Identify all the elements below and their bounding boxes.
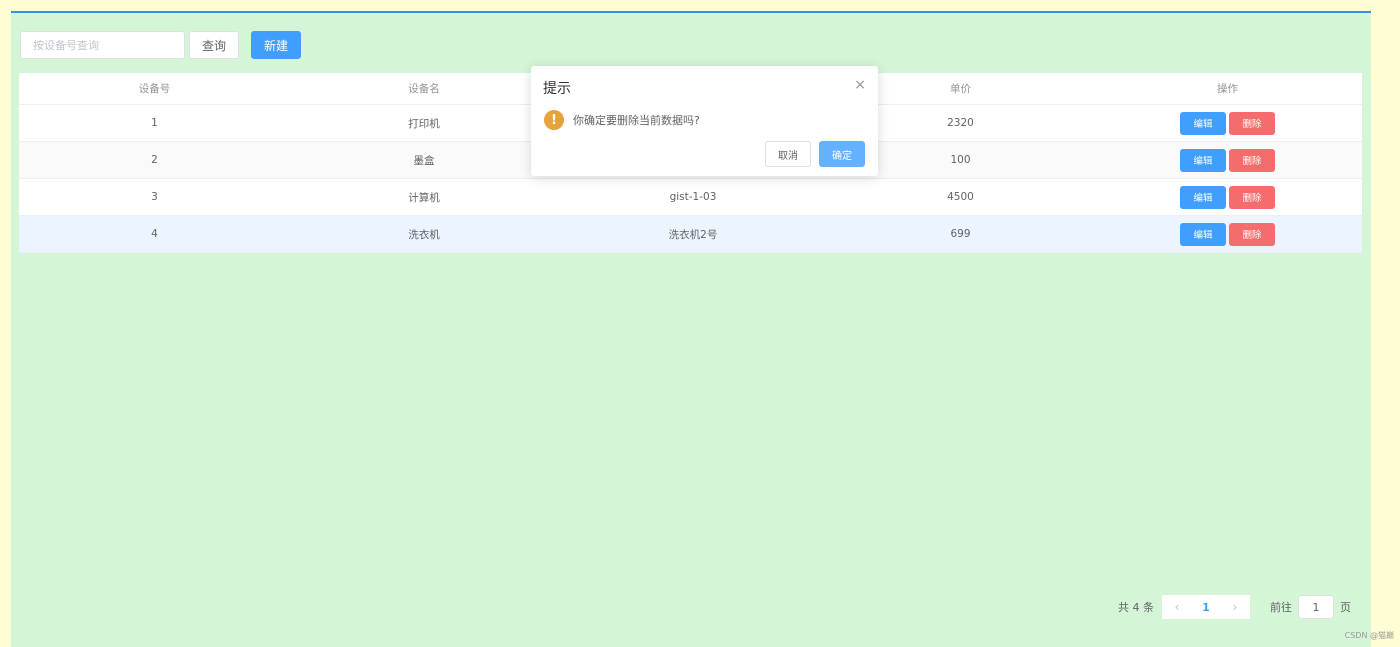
cancel-button[interactable]: 取消	[765, 141, 811, 167]
search-input[interactable]	[20, 31, 185, 59]
header-device-id: 设备号	[138, 83, 171, 95]
watermark: CSDN @猫巅	[1344, 631, 1394, 640]
cell-id: 2	[151, 154, 158, 166]
cell-price: 699	[950, 228, 971, 240]
cell-name: 计算机	[408, 191, 440, 204]
chevron-left-icon[interactable]: ‹	[1162, 595, 1192, 619]
warning-icon: !	[544, 110, 564, 130]
goto-label: 前往	[1270, 601, 1292, 614]
table-row: 4 洗衣机 洗衣机2号 699 编辑 删除	[19, 216, 1362, 253]
cell-actions: 编辑 删除	[1093, 222, 1362, 246]
dialog-message: 你确定要删除当前数据吗?	[573, 114, 700, 127]
delete-button[interactable]: 删除	[1229, 111, 1275, 135]
edit-button[interactable]: 编辑	[1180, 148, 1226, 172]
page-number[interactable]: 1	[1192, 595, 1220, 619]
chevron-right-icon[interactable]: ›	[1220, 595, 1250, 619]
cell-name: 墨盒	[413, 154, 435, 167]
pagination-total: 共 4 条	[1118, 601, 1154, 614]
delete-button[interactable]: 删除	[1229, 222, 1275, 246]
confirm-button[interactable]: 确定	[819, 141, 865, 167]
delete-button[interactable]: 删除	[1229, 148, 1275, 172]
header-actions: 操作	[1217, 83, 1238, 95]
dialog-title: 提示	[543, 81, 571, 97]
cell-actions: 编辑 删除	[1093, 148, 1362, 172]
cell-name: 打印机	[408, 117, 440, 130]
edit-button[interactable]: 编辑	[1180, 222, 1226, 246]
cell-actions: 编辑 删除	[1093, 185, 1362, 209]
pagination: 共 4 条 ‹ 1 › 前往 页	[1118, 595, 1351, 619]
cell-code: 洗衣机2号	[668, 228, 718, 241]
query-button[interactable]: 查询	[189, 31, 239, 59]
goto-page-input[interactable]	[1298, 595, 1334, 619]
edit-button[interactable]: 编辑	[1180, 111, 1226, 135]
cell-code: gist-1-03	[669, 191, 717, 203]
cell-id: 1	[151, 117, 158, 129]
cell-id: 3	[151, 191, 158, 203]
edit-button[interactable]: 编辑	[1180, 185, 1226, 209]
new-button[interactable]: 新建	[251, 31, 301, 59]
cell-price: 4500	[947, 191, 974, 203]
cell-name: 洗衣机	[408, 228, 440, 241]
cell-id: 4	[151, 228, 158, 240]
cell-actions: 编辑 删除	[1093, 111, 1362, 135]
table-row: 3 计算机 gist-1-03 4500 编辑 删除	[19, 179, 1362, 216]
close-icon[interactable]: ×	[854, 77, 866, 93]
page-unit-label: 页	[1340, 601, 1351, 614]
header-device-name: 设备名	[408, 83, 440, 95]
delete-button[interactable]: 删除	[1229, 185, 1275, 209]
confirm-dialog: 提示 × ! 你确定要删除当前数据吗? 取消 确定	[531, 66, 878, 176]
